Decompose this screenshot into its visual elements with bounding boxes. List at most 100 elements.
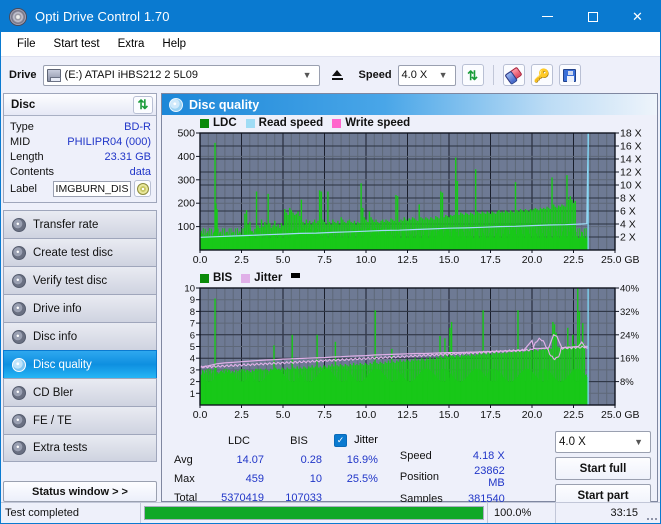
svg-text:7: 7 — [190, 319, 195, 330]
legend-swatch — [200, 118, 209, 128]
svg-text:2.5: 2.5 — [234, 409, 249, 421]
disc-row-mid: MID PHILIPR04 (000) — [10, 134, 151, 149]
minimize-button[interactable] — [525, 1, 570, 32]
disc-row-type: Type BD-R — [10, 119, 151, 134]
legend-swatch — [200, 273, 209, 283]
bis-chart-legend: BIS Jitter — [200, 272, 301, 284]
jitter-avg-row: 16.9% — [328, 450, 384, 469]
drive-toolbar: Drive (E:) ATAPI iHBS212 2 5L09 ▼ Speed … — [1, 56, 660, 93]
svg-text:22.5: 22.5 — [563, 409, 584, 421]
menu-extra[interactable]: Extra — [110, 35, 153, 53]
eject-button[interactable] — [325, 63, 349, 87]
svg-text:2 X: 2 X — [620, 232, 636, 244]
svg-text:15.0: 15.0 — [439, 254, 460, 266]
status-window-button[interactable]: Status window > > — [3, 481, 157, 502]
resize-grip[interactable] — [646, 503, 660, 523]
sidebar-item-disc-quality[interactable]: Disc quality — [3, 350, 157, 378]
jitter-checkbox[interactable]: ✓ — [334, 434, 347, 447]
legend-swatch — [332, 118, 342, 128]
svg-text:9: 9 — [190, 295, 195, 306]
keys-button[interactable]: 🔑 — [530, 64, 553, 86]
menu-file[interactable]: File — [9, 35, 44, 53]
speed-row: Speed 4.18 X — [394, 448, 511, 465]
disc-label-icon-button[interactable] — [134, 180, 151, 197]
svg-text:5.0: 5.0 — [276, 409, 291, 421]
page-title: Disc quality — [189, 97, 260, 112]
legend-bis: BIS — [200, 272, 232, 284]
table-row-avg: Avg 14.07 0.28 — [168, 450, 328, 469]
sidebar-item-verify-test-disc[interactable]: Verify test disc — [3, 266, 157, 294]
sidebar-item-disc-info[interactable]: Disc info — [3, 322, 157, 350]
svg-text:300: 300 — [177, 174, 195, 186]
svg-text:20.0: 20.0 — [522, 254, 543, 266]
save-button[interactable] — [558, 64, 581, 86]
svg-text:400: 400 — [177, 151, 195, 163]
drive-select[interactable]: (E:) ATAPI iHBS212 2 5L09 ▼ — [42, 64, 320, 86]
maximize-button[interactable] — [570, 1, 615, 32]
sidebar-item-cd-bler[interactable]: CD Bler — [3, 378, 157, 406]
disc-label-field[interactable]: IMGBURN_DIS — [53, 180, 131, 197]
svg-text:25.0 GB: 25.0 GB — [601, 254, 640, 266]
legend-label: BIS — [213, 272, 233, 284]
sidebar-item-transfer-rate[interactable]: Transfer rate — [3, 210, 157, 238]
menu-help[interactable]: Help — [154, 35, 194, 53]
start-full-button[interactable]: Start full — [555, 457, 651, 480]
content-area: Disc ⇅ Type BD-R MID PHILIPR04 (000) Len… — [1, 93, 660, 507]
sidebar-item-label: Disc quality — [33, 358, 92, 371]
eraser-icon — [504, 66, 523, 84]
legend-label: LDC — [213, 117, 237, 129]
speed-value: 4.18 X — [472, 450, 505, 463]
position-label: Position — [399, 471, 440, 484]
speed-select[interactable]: 4.0 X ▼ — [397, 64, 456, 86]
svg-text:8 X: 8 X — [620, 193, 636, 205]
test-speed-select[interactable]: 4.0 X ▼ — [555, 431, 651, 453]
svg-text:14 X: 14 X — [620, 154, 642, 166]
legend-jitter: Jitter — [241, 272, 282, 284]
svg-text:7.5: 7.5 — [317, 254, 332, 266]
svg-text:17.5: 17.5 — [480, 254, 501, 266]
menu-start-test[interactable]: Start test — [46, 35, 108, 53]
chevron-down-icon: ▼ — [634, 437, 643, 447]
disc-info-panel: Disc ⇅ Type BD-R MID PHILIPR04 (000) Len… — [3, 93, 157, 203]
svg-text:32%: 32% — [620, 307, 640, 318]
svg-text:20.0: 20.0 — [522, 409, 543, 421]
progress-cell — [141, 503, 488, 523]
svg-text:12.5: 12.5 — [397, 254, 418, 266]
sidebar-item-extra-tests[interactable]: Extra tests — [3, 434, 157, 462]
jitter-max-row: 25.5% — [328, 469, 384, 488]
sidebar-item-fe-te[interactable]: FE / TE — [3, 406, 157, 434]
legend-label: Jitter — [254, 272, 283, 284]
svg-text:4: 4 — [190, 354, 195, 365]
svg-text:12 X: 12 X — [620, 167, 642, 179]
position-row: Position 23862 MB — [394, 465, 511, 490]
disc-row-value: PHILIPR04 (000) — [67, 135, 151, 148]
sidebar-item-drive-info[interactable]: Drive info — [3, 294, 157, 322]
svg-text:16%: 16% — [620, 354, 640, 365]
legend-read-speed: Read speed — [245, 117, 323, 129]
charts-container: LDC Read speed Write speed 100 200 300 400 5… — [162, 115, 657, 507]
ldc-plot-svg[interactable]: 1002003004005002 X4 X6 X8 X10 X12 X14 X1… — [162, 117, 657, 272]
disc-row-key: MID — [10, 135, 31, 148]
svg-text:1: 1 — [190, 389, 195, 400]
sidebar: Disc ⇅ Type BD-R MID PHILIPR04 (000) Len… — [1, 93, 159, 502]
legend-swatch — [245, 118, 255, 128]
marker-square-icon — [291, 273, 301, 278]
bis-plot-svg[interactable]: 12345678910 8% 16% 24% 32% 40% 0.0 2.5 5.0 7.5 10.… — [162, 272, 657, 427]
disc-icon — [12, 357, 26, 372]
elapsed-time: 33:15 — [610, 507, 638, 519]
test-speed-value: 4.0 X — [559, 436, 586, 448]
sidebar-item-label: Verify test disc — [33, 274, 108, 287]
refresh-button[interactable]: ⇅ — [461, 64, 484, 86]
erase-button[interactable] — [502, 64, 525, 86]
svg-text:5: 5 — [190, 342, 195, 353]
sidebar-item-create-test-disc[interactable]: Create test disc — [3, 238, 157, 266]
svg-text:2: 2 — [190, 377, 195, 388]
close-button[interactable]: ✕ — [615, 1, 660, 32]
disc-refresh-button[interactable]: ⇅ — [133, 95, 153, 114]
speed-label: Speed — [399, 450, 432, 463]
svg-text:10 X: 10 X — [620, 180, 642, 192]
menu-bar: File Start test Extra Help — [1, 32, 660, 56]
eject-icon — [332, 70, 343, 76]
ldc-avg-value: 14.07 — [236, 453, 264, 466]
